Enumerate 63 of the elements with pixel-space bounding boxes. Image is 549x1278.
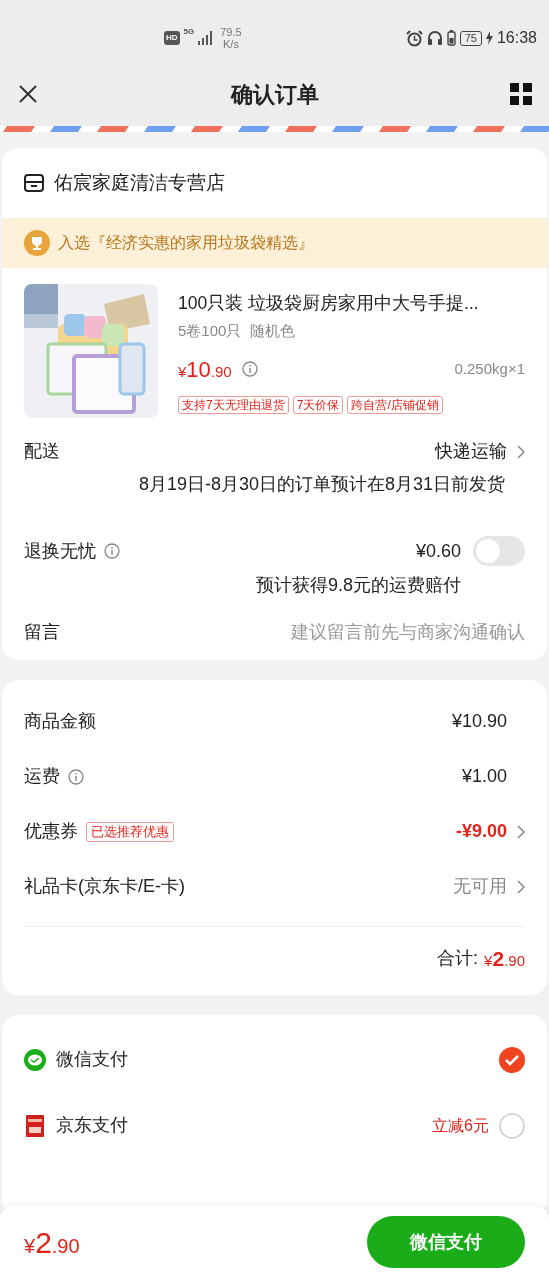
banner-text: 入选『经济实惠的家用垃圾袋精选』 xyxy=(58,233,314,253)
message-label: 留言 xyxy=(24,621,60,644)
toggle-switch[interactable] xyxy=(473,536,525,566)
battery-indicator: 75 xyxy=(459,30,482,46)
return-insurance-note: 预计获得9.8元的运费赔付 xyxy=(255,574,461,597)
product-price: ¥10.90 xyxy=(178,355,232,384)
speed-value: 79.5 xyxy=(220,26,242,38)
product-spec: 5卷100只 随机色 xyxy=(178,321,296,342)
payment-option[interactable]: 微信支付 xyxy=(24,1026,525,1093)
store-icon xyxy=(24,174,44,192)
info-icon xyxy=(104,543,120,559)
grid-icon xyxy=(510,83,532,105)
product-weight: 0.250kg×1 xyxy=(454,359,525,379)
chevron-right-icon xyxy=(517,824,525,839)
page-title: 确认订单 xyxy=(230,80,319,109)
summary-label: 礼品卡(京东卡/E-卡) xyxy=(24,875,185,898)
info-icon xyxy=(241,361,258,378)
radio-checked[interactable] xyxy=(499,1046,525,1073)
delivery-method-text: 快递运输 xyxy=(435,440,507,463)
delivery-method[interactable]: 快递运输 xyxy=(435,438,525,465)
headphones-icon xyxy=(426,30,443,46)
service-tag: 7天价保 xyxy=(292,395,344,414)
radio-unchecked[interactable] xyxy=(499,1112,525,1139)
summary-value: ¥1.00 xyxy=(461,765,507,788)
charging-icon xyxy=(485,31,493,45)
chat-bubble-icon xyxy=(24,1048,46,1071)
return-insurance-label: 退换无忧 xyxy=(24,539,96,563)
summary-value: ¥10.90 xyxy=(451,710,507,733)
summary-label: 运费 xyxy=(24,765,60,788)
delivery-label: 配送 xyxy=(24,440,60,463)
return-insurance-price: ¥0.60 xyxy=(415,539,461,563)
total-label: 合计: xyxy=(437,947,479,971)
footer-price: ¥2.90 xyxy=(24,1224,80,1261)
payment-promo: 立减6元 xyxy=(432,1115,489,1136)
info-icon xyxy=(68,768,84,785)
payment-name: 微信支付 xyxy=(56,1048,128,1071)
store-name[interactable]: 佑宸家庭清洁专营店 xyxy=(54,168,225,198)
summary-value[interactable]: 无可用 xyxy=(453,873,507,900)
earbuds-battery-icon xyxy=(446,30,456,46)
speed-unit: K/s xyxy=(223,38,239,50)
chevron-right-icon xyxy=(517,444,525,459)
delivery-note: 8月19日-8月30日的订单预计在8月31日前发货 xyxy=(138,473,505,496)
trophy-icon xyxy=(24,230,50,256)
payment-option[interactable]: 京东支付 立减6元 xyxy=(24,1092,525,1159)
total-price: ¥2.90 xyxy=(484,946,525,972)
card-icon xyxy=(26,1114,44,1137)
summary-label: 优惠券 xyxy=(24,820,78,843)
service-tag: 支持7天无理由退货 xyxy=(178,395,289,414)
message-field[interactable]: 建议留言前先与商家沟通确认 xyxy=(225,619,525,646)
summary-label: 商品金额 xyxy=(24,710,96,733)
close-icon xyxy=(18,84,38,104)
clock-time: 16:38 xyxy=(496,28,537,48)
menu-button[interactable] xyxy=(509,82,533,106)
product-title[interactable]: 100只装 垃圾袋厨房家用中大号手提... xyxy=(178,290,525,317)
summary-value[interactable]: -¥9.00 xyxy=(455,818,507,845)
network-label: 5G xyxy=(183,28,195,36)
service-tag: 跨自营/店铺促销 xyxy=(347,395,443,414)
alarm-icon xyxy=(405,29,423,47)
chevron-right-icon xyxy=(517,879,525,894)
hd-badge: HD xyxy=(164,31,180,45)
signal-icon xyxy=(198,31,213,45)
payment-name: 京东支付 xyxy=(56,1114,128,1137)
coupon-badge: 已选推荐优惠 xyxy=(86,821,174,842)
